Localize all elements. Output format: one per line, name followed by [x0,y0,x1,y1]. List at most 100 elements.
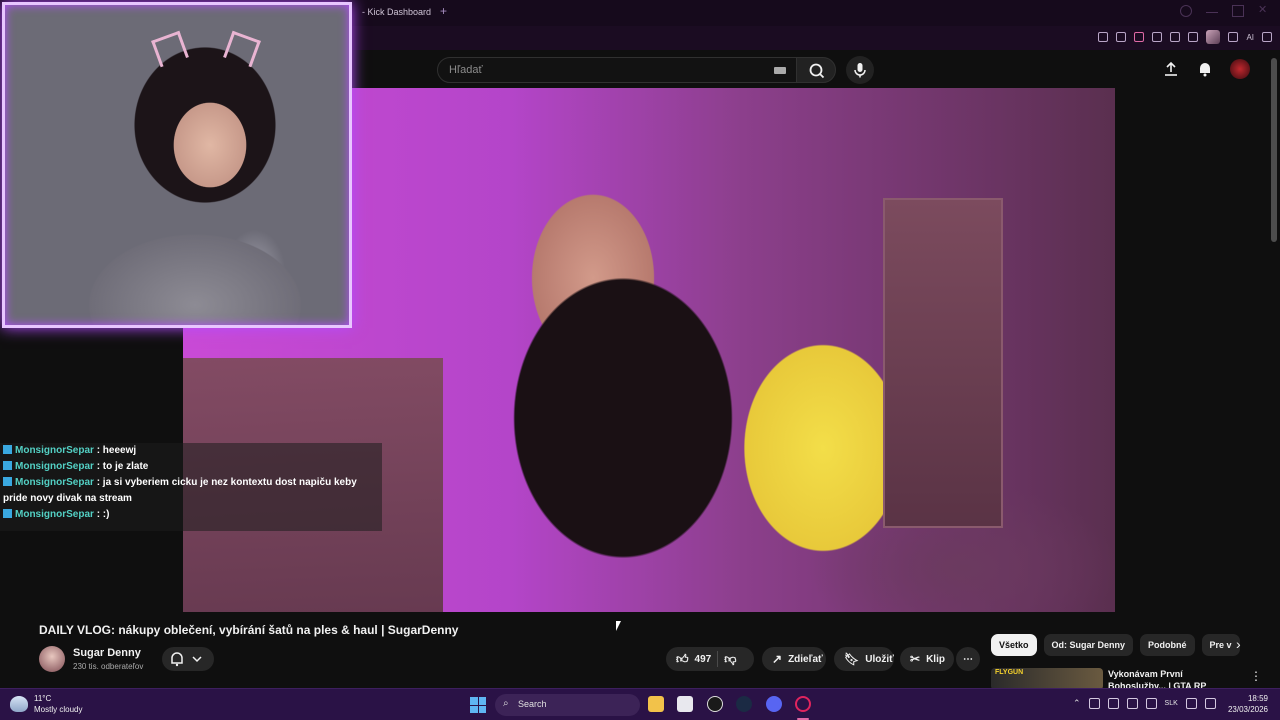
mouse-cursor [616,621,621,631]
weather-cloud-icon[interactable] [10,696,28,712]
system-tray: ⌃ SLK [1073,698,1216,709]
search-button[interactable] [796,57,836,83]
close-icon[interactable]: ✕ [1258,5,1270,17]
chip-related[interactable]: Podobné [1140,634,1195,656]
language-indicator[interactable]: SLK [1165,700,1178,707]
chat-username: MonsignorSepar [15,445,94,456]
maximize-icon[interactable] [1232,5,1244,17]
clip-label: Klip [926,653,945,665]
new-tab-button[interactable]: + [440,4,447,18]
weather-temperature[interactable]: 11°C [34,694,51,703]
save-button[interactable]: 🔖︎ Uložiť [834,647,894,671]
ai-button[interactable]: AI [1246,33,1254,42]
chat-badge-icon [3,477,12,486]
share-button[interactable]: ↗ Zdieľať [762,647,826,671]
chip-for-you[interactable]: Pre v [1201,634,1240,656]
subscriber-count: 230 tis. odberateľov [73,662,144,671]
like-count[interactable]: 497 [695,654,712,665]
notifications-bell-icon[interactable] [1196,60,1214,78]
search-icon [809,63,825,79]
recommendation-thumbnail[interactable]: FLYGUN [991,668,1103,690]
clock-date[interactable]: 23/03/2026 [1228,705,1268,714]
store-icon[interactable] [677,696,693,712]
voice-search-button[interactable] [846,56,874,84]
recommendation-chips: Všetko Od: Sugar Denny Podobné Pre v [991,634,1240,656]
search-icon: ⌕ [503,698,509,709]
chat-text: : :) [96,509,110,520]
header-actions [1162,59,1250,79]
chevron-right-icon[interactable]: › [1236,636,1241,652]
share-label: Zdieľať [788,653,823,665]
download-icon[interactable] [1228,32,1239,42]
tray-app-icon[interactable] [1088,698,1100,709]
file-explorer-icon[interactable] [648,696,664,712]
chat-username: MonsignorSepar [15,461,94,472]
windows-logo-tile [470,705,478,713]
pin-icon[interactable] [1098,32,1109,42]
search-placeholder: Hľadať [449,64,483,76]
network-icon[interactable] [1185,698,1197,709]
weather-description[interactable]: Mostly cloudy [34,705,82,714]
thumbnail-brand: FLYGUN [995,669,1024,676]
chip-from-channel[interactable]: Od: Sugar Denny [1043,634,1134,656]
webcam-overlay [2,2,352,328]
keyboard-icon[interactable] [774,67,786,74]
scissors-icon: ✂ [910,652,921,666]
account-avatar[interactable] [1230,59,1250,79]
upload-icon[interactable] [1162,60,1180,78]
search-tabs-icon[interactable] [1180,5,1192,17]
windows-logo-tile [478,705,486,713]
like-divider [717,651,719,667]
taskbar-search[interactable]: ⌕ Search [495,694,640,716]
heart-icon[interactable] [1170,32,1181,42]
mic-tray-icon[interactable] [1145,698,1157,709]
dislike-icon[interactable]: 👎︎ [724,652,736,667]
chevron-up-icon[interactable]: ⌃ [1073,698,1081,709]
extensions-icon[interactable] [1188,32,1199,42]
video-frame-door [883,198,1003,528]
clock-time[interactable]: 18:59 [1248,694,1268,703]
channel-name[interactable]: Sugar Denny [73,647,141,659]
chat-badge-icon [3,445,12,454]
chat-badge-icon [3,509,12,518]
volume-icon[interactable] [1204,698,1216,709]
chat-message: MonsignorSepar : to je zlate [0,459,382,475]
discord-icon[interactable] [766,696,782,712]
microphone-icon [854,63,866,78]
screenshot-icon[interactable] [1116,32,1127,42]
page-scrollbar[interactable] [1271,58,1277,242]
minimize-icon[interactable] [1206,5,1218,13]
bookmark-icon: 🔖︎ [844,652,860,666]
window-controls: ✕ [1180,5,1270,17]
start-button[interactable] [470,697,486,713]
recommendation-menu-icon[interactable]: ⋮ [1250,669,1262,683]
opera-gx-icon[interactable] [795,696,811,712]
search-input[interactable]: Hľadať [437,57,797,83]
stream-chat-overlay: MonsignorSepar : heeewj MonsignorSepar :… [0,443,382,531]
tray-app-icon[interactable] [1126,698,1138,709]
github-icon[interactable] [707,696,723,712]
profile-avatar[interactable] [1206,30,1221,44]
taskbar-search-label: Search [518,699,547,709]
chat-username: MonsignorSepar [15,477,94,488]
menu-icon[interactable] [1262,32,1272,42]
windows-logo-tile [478,697,486,705]
like-icon[interactable]: 👍︎ [676,652,689,667]
clip-button[interactable]: ✂ Klip [900,647,954,671]
chip-all[interactable]: Všetko [991,634,1037,656]
shield-icon[interactable] [1134,32,1145,42]
steam-icon[interactable] [736,696,752,712]
like-dislike-bar: 👍︎ 497 👎︎ [666,647,754,671]
subscription-bell-button[interactable] [162,647,214,671]
save-label: Uložiť [865,653,894,665]
play-icon[interactable] [1152,32,1163,42]
channel-avatar[interactable] [39,646,65,672]
tray-app-icon[interactable] [1107,698,1119,709]
browser-tab-title[interactable]: - Kick Dashboard [362,7,431,17]
video-title: DAILY VLOG: nákupy oblečení, vybírání ša… [39,623,459,637]
share-icon: ↗ [772,652,783,666]
toolbar-icons: AI [1098,30,1272,44]
more-actions-button[interactable]: ⋯ [956,647,980,671]
chat-badge-icon [3,461,12,470]
windows-logo-tile [470,697,478,705]
